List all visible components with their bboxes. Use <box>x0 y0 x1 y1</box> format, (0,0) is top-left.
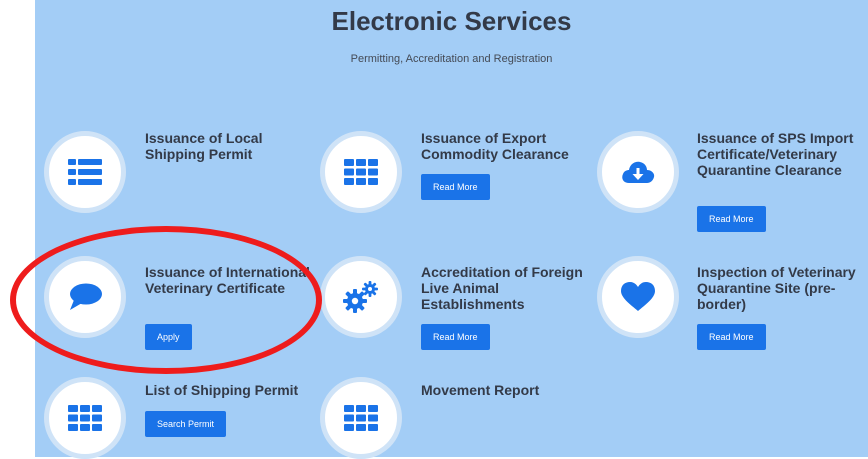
read-more-button[interactable]: Read More <box>697 206 766 232</box>
search-permit-button[interactable]: Search Permit <box>145 411 227 437</box>
service-icon-circle[interactable] <box>320 377 402 459</box>
service-icon-circle[interactable] <box>320 131 402 213</box>
apply-button[interactable]: Apply <box>145 324 192 350</box>
heart-icon <box>621 282 655 311</box>
page-title: Electronic Services <box>331 6 572 36</box>
service-title-quarantine-site-inspection: Inspection of Veterinary Quarantine Site… <box>697 264 856 312</box>
chat-bubble-icon <box>70 283 102 310</box>
list-icon <box>68 159 102 185</box>
read-more-button[interactable]: Read More <box>421 174 490 200</box>
service-icon-circle[interactable] <box>597 131 679 213</box>
gears-icon <box>343 281 378 313</box>
grid-icon <box>344 159 378 185</box>
service-title-sps-import-certificate: Issuance of SPS Import Certificate/Veter… <box>697 130 854 178</box>
service-title-export-commodity-clearance: Issuance of Export Commodity Clearance <box>421 130 569 162</box>
grid-icon <box>68 405 102 431</box>
cloud-download-icon <box>622 161 655 183</box>
read-more-button[interactable]: Read More <box>421 324 490 350</box>
grid-icon <box>344 405 378 431</box>
service-icon-circle[interactable] <box>44 131 126 213</box>
service-title-accreditation-foreign-establishments: Accreditation of Foreign Live Animal Est… <box>421 264 583 312</box>
page-subtitle: Permitting, Accreditation and Registrati… <box>350 53 553 65</box>
service-title-international-veterinary-certificate: Issuance of International Veterinary Cer… <box>145 264 310 296</box>
read-more-button[interactable]: Read More <box>697 324 766 350</box>
service-icon-circle[interactable] <box>44 256 126 338</box>
service-title-local-shipping-permit: Issuance of Local Shipping Permit <box>145 130 263 162</box>
service-icon-circle[interactable] <box>44 377 126 459</box>
service-icon-circle[interactable] <box>320 256 402 338</box>
service-icon-circle[interactable] <box>597 256 679 338</box>
service-title-list-of-shipping-permit: List of Shipping Permit <box>145 382 299 398</box>
service-title-movement-report: Movement Report <box>421 382 540 398</box>
